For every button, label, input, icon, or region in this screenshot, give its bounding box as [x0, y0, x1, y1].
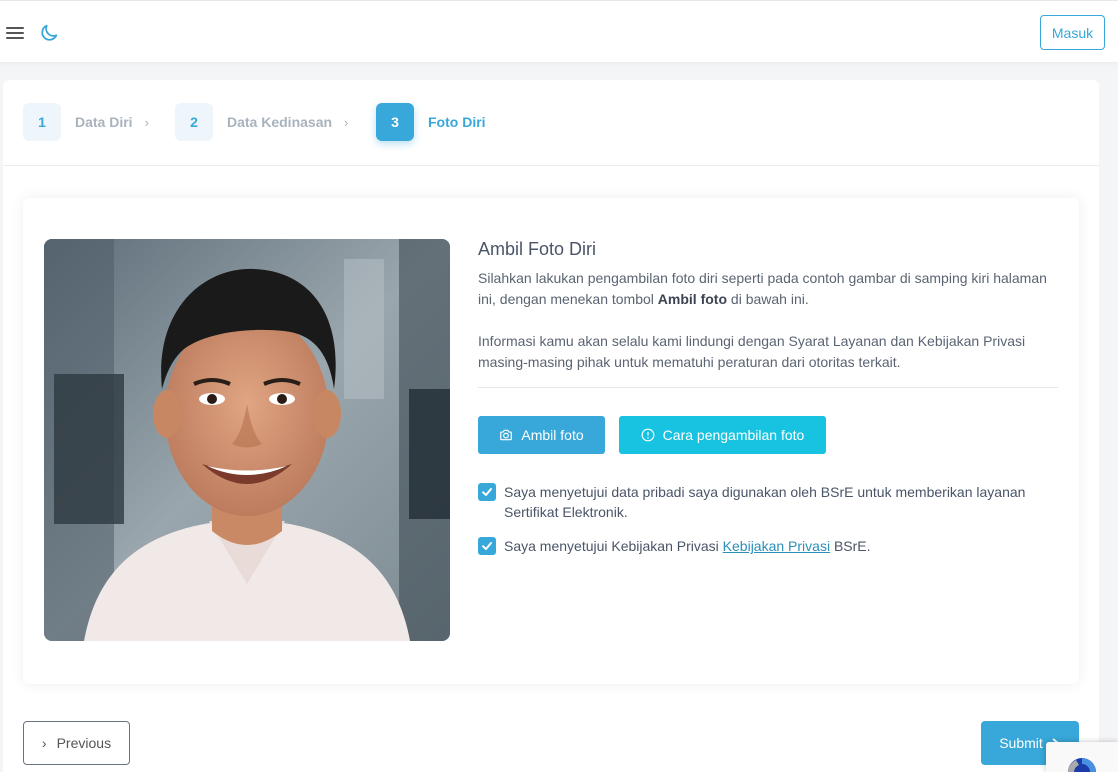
- step-label: Data Kedinasan: [227, 114, 333, 130]
- how-to-photo-button[interactable]: Cara pengambilan foto: [619, 416, 826, 454]
- submit-label: Submit: [999, 735, 1043, 751]
- step-number: 2: [175, 103, 213, 141]
- stepper: 1 Data Diri › 2 Data Kedinasan › 3 Foto …: [3, 80, 1099, 166]
- chevron-right-icon: ›: [344, 114, 349, 130]
- step-number: 1: [23, 103, 61, 141]
- top-navbar: Masuk: [0, 0, 1118, 63]
- chevron-right-icon: ›: [41, 735, 47, 751]
- privacy-info-text: Informasi kamu akan selalu kami lindungi…: [478, 333, 1026, 370]
- consent-privacy-label: Saya menyetujui Kebijakan Privasi Kebija…: [504, 536, 871, 556]
- take-photo-label: Ambil foto: [521, 427, 584, 443]
- consent-privacy-row: Saya menyetujui Kebijakan Privasi Kebija…: [478, 536, 871, 556]
- recaptcha-icon: [1068, 758, 1096, 772]
- take-photo-button[interactable]: Ambil foto: [478, 416, 605, 454]
- step-number: 3: [376, 103, 414, 141]
- step-label: Foto Diri: [428, 114, 486, 130]
- consent-privacy-suffix: BSrE.: [830, 538, 871, 554]
- instruction-text: Silahkan lakukan pengambilan foto diri s…: [478, 268, 1058, 310]
- info-circle-icon: [641, 428, 655, 442]
- consent-data-label: Saya menyetujui data pribadi saya diguna…: [504, 484, 1026, 520]
- step-foto-diri[interactable]: 3 Foto Diri: [376, 103, 486, 141]
- instruction-text-part: di bawah ini.: [727, 291, 809, 307]
- section-title: Ambil Foto Diri: [478, 239, 597, 259]
- example-selfie-photo: [44, 239, 450, 641]
- checkmark-icon: [482, 488, 492, 496]
- consent-privacy-checkbox[interactable]: [478, 537, 496, 555]
- hamburger-menu-icon[interactable]: [5, 23, 25, 43]
- how-to-photo-label: Cara pengambilan foto: [662, 427, 805, 443]
- step-label: Data Diri: [75, 114, 133, 130]
- main-card: 1 Data Diri › 2 Data Kedinasan › 3 Foto …: [3, 80, 1099, 772]
- camera-icon: [500, 429, 513, 441]
- previous-button[interactable]: › Previous: [23, 721, 130, 765]
- checkmark-icon: [482, 542, 492, 550]
- chevron-right-icon: ›: [144, 114, 149, 130]
- login-button[interactable]: Masuk: [1040, 15, 1105, 50]
- instruction-bold-text: Ambil foto: [657, 291, 728, 307]
- divider: [478, 387, 1058, 388]
- consent-data-row: Saya menyetujui data pribadi saya diguna…: [478, 482, 1058, 522]
- consent-data-checkbox[interactable]: [478, 483, 496, 501]
- step-data-diri[interactable]: 1 Data Diri ›: [23, 103, 149, 141]
- step-data-kedinasan[interactable]: 2 Data Kedinasan ›: [175, 103, 348, 141]
- moon-icon[interactable]: [38, 22, 60, 44]
- privacy-policy-link[interactable]: Kebijakan Privasi: [723, 538, 830, 554]
- recaptcha-badge[interactable]: [1046, 742, 1118, 772]
- previous-label: Previous: [56, 735, 112, 751]
- photo-card: Ambil Foto Diri Silahkan lakukan pengamb…: [23, 198, 1079, 684]
- consent-privacy-prefix: Saya menyetujui Kebijakan Privasi: [504, 538, 723, 554]
